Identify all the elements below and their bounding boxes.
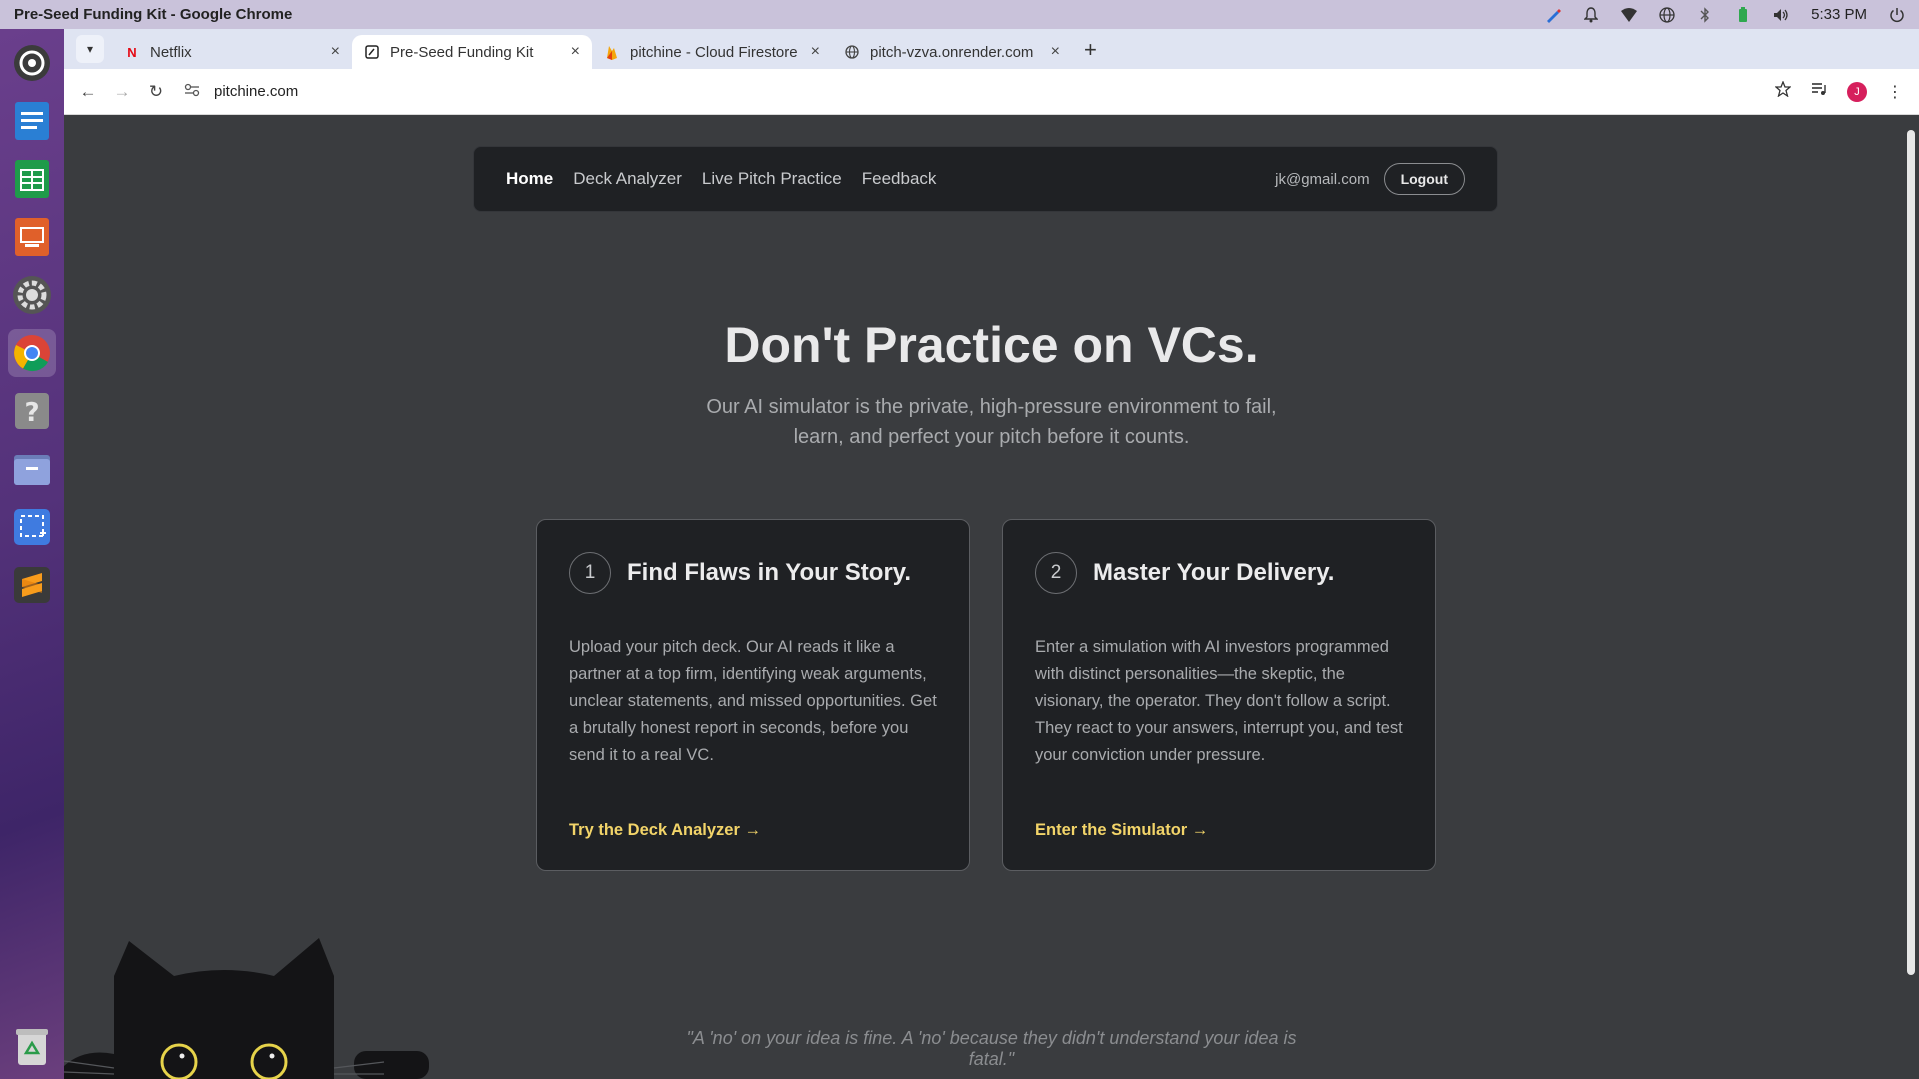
firebase-icon: [604, 44, 620, 60]
files-app-icon[interactable]: [8, 445, 56, 493]
new-tab-plus-icon[interactable]: +: [1084, 37, 1097, 63]
window-title: Pre-Seed Funding Kit - Google Chrome: [14, 6, 293, 23]
tab-strip: ▾ N Netflix × Pre-Seed Funding Kit × pit…: [64, 29, 1919, 69]
back-arrow-icon[interactable]: ←: [74, 78, 102, 106]
browser-toolbar: ← → ↻ pitchine.com J ⋮: [64, 69, 1919, 115]
help-app-icon[interactable]: ?: [8, 387, 56, 435]
impress-app-icon[interactable]: [8, 213, 56, 261]
tab-netflix[interactable]: N Netflix ×: [112, 35, 352, 69]
enter-simulator-link[interactable]: Enter the Simulator →: [1035, 821, 1208, 840]
globe-icon: [844, 44, 860, 60]
site-info-icon[interactable]: [184, 83, 206, 100]
system-tray: 5:33 PM: [1545, 6, 1905, 23]
dock-system-icon[interactable]: [8, 39, 56, 87]
browser-window: ▾ N Netflix × Pre-Seed Funding Kit × pit…: [64, 29, 1919, 1079]
clock[interactable]: 5:33 PM: [1811, 6, 1867, 23]
battery-icon[interactable]: [1735, 6, 1751, 23]
card-header: 2 Master Your Delivery.: [1035, 552, 1403, 594]
card-body: Upload your pitch deck. Our AI reads it …: [569, 638, 937, 764]
user-email: jk@gmail.com: [1275, 170, 1370, 188]
nav-deck-analyzer-link[interactable]: Deck Analyzer: [573, 169, 682, 189]
calc-app-icon[interactable]: [8, 155, 56, 203]
svg-text:?: ?: [24, 398, 39, 428]
page-scrollbar[interactable]: [1903, 116, 1919, 1079]
system-top-bar: Pre-Seed Funding Kit - Google Chrome 5:3…: [0, 0, 1919, 29]
card-title: Master Your Delivery.: [1093, 559, 1335, 586]
trash-app-icon[interactable]: [8, 1023, 56, 1071]
tab-label: pitch-vzva.onrender.com: [870, 43, 1034, 61]
address-bar[interactable]: pitchine.com: [176, 75, 1765, 109]
bell-icon[interactable]: [1583, 6, 1599, 23]
kebab-menu-icon[interactable]: ⋮: [1887, 82, 1903, 102]
close-icon[interactable]: ×: [1051, 43, 1060, 61]
media-queue-icon[interactable]: [1811, 82, 1827, 101]
tab-label: pitchine - Cloud Firestore: [630, 43, 798, 61]
card-header: 1 Find Flaws in Your Story.: [569, 552, 937, 594]
writer-app-icon[interactable]: [8, 97, 56, 145]
settings-gear-icon[interactable]: [8, 271, 56, 319]
footer-quote: "A 'no' on your idea is fine. A 'no' bec…: [686, 1028, 1297, 1069]
tab-cloud-firestore[interactable]: pitchine - Cloud Firestore ×: [592, 35, 832, 69]
step-number-badge: 1: [569, 552, 611, 594]
bluetooth-icon[interactable]: [1697, 6, 1713, 23]
card-title: Find Flaws in Your Story.: [627, 559, 912, 586]
chrome-app-icon[interactable]: [8, 329, 56, 377]
wifi-icon[interactable]: [1621, 7, 1638, 23]
feature-card-simulator: 2 Master Your Delivery. Enter a simulati…: [1002, 519, 1436, 871]
volume-icon[interactable]: [1773, 7, 1789, 23]
try-deck-analyzer-link[interactable]: Try the Deck Analyzer →: [569, 821, 761, 840]
site-navbar: Home Deck Analyzer Live Pitch Practice F…: [473, 146, 1498, 212]
forward-arrow-icon[interactable]: →: [108, 78, 136, 106]
close-icon[interactable]: ×: [571, 43, 580, 61]
close-icon[interactable]: ×: [331, 43, 340, 61]
tab-pre-seed-funding-kit[interactable]: Pre-Seed Funding Kit ×: [352, 35, 592, 69]
app-dock: ?: [0, 29, 64, 1079]
feature-card-deck-analyzer: 1 Find Flaws in Your Story. Upload your …: [536, 519, 970, 871]
step-number-badge: 2: [1035, 552, 1077, 594]
page-icon: [364, 44, 380, 60]
nav-live-pitch-practice-link[interactable]: Live Pitch Practice: [702, 169, 842, 189]
scrollbar-thumb[interactable]: [1907, 130, 1915, 975]
reload-icon[interactable]: ↻: [142, 78, 170, 106]
nav-home-link[interactable]: Home: [506, 169, 553, 189]
url-text[interactable]: pitchine.com: [214, 83, 298, 100]
web-page: Home Deck Analyzer Live Pitch Practice F…: [64, 116, 1919, 1079]
power-icon[interactable]: [1889, 7, 1905, 23]
profile-avatar[interactable]: J: [1847, 81, 1867, 102]
globe-icon[interactable]: [1659, 6, 1675, 23]
toolbar-actions: J ⋮: [1774, 80, 1909, 102]
cat-mascot-illustration: [64, 938, 429, 1079]
nav-feedback-link[interactable]: Feedback: [862, 169, 937, 189]
sublime-app-icon[interactable]: [8, 561, 56, 609]
tab-search-chevron-icon[interactable]: ▾: [76, 35, 104, 63]
logout-button[interactable]: Logout: [1383, 163, 1465, 195]
hero-subtitle: Our AI simulator is the private, high-pr…: [706, 396, 1277, 448]
pen-icon[interactable]: [1545, 7, 1562, 23]
hero-title: Don't Practice on VCs.: [724, 317, 1259, 373]
netflix-icon: N: [127, 44, 137, 60]
screenshot-app-icon[interactable]: [8, 503, 56, 551]
close-icon[interactable]: ×: [811, 43, 820, 61]
tab-onrender[interactable]: pitch-vzva.onrender.com ×: [832, 35, 1072, 69]
card-body: Enter a simulation with AI investors pro…: [1035, 638, 1403, 764]
tab-label: Pre-Seed Funding Kit: [390, 43, 534, 61]
tab-label: Netflix: [150, 43, 192, 61]
bookmark-star-icon[interactable]: [1774, 80, 1792, 102]
